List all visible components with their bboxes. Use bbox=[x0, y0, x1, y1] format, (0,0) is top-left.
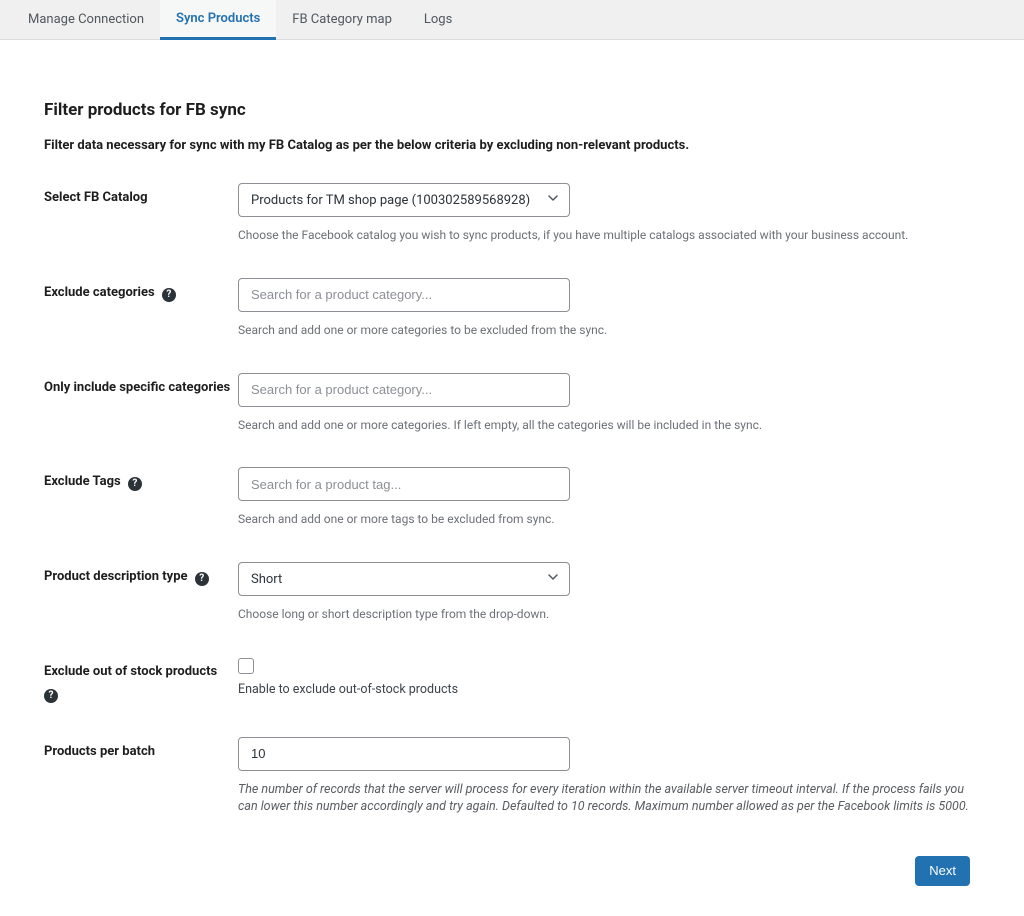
hint-select-catalog: Choose the Facebook catalog you wish to … bbox=[238, 227, 980, 244]
hint-description-type: Choose long or short description type fr… bbox=[238, 606, 980, 623]
row-products-per-batch: Products per batch The number of records… bbox=[44, 737, 980, 816]
label-select-catalog: Select FB Catalog bbox=[44, 183, 238, 207]
label-exclude-categories-text: Exclude categories bbox=[44, 285, 155, 300]
next-button[interactable]: Next bbox=[915, 856, 970, 886]
page-title: Filter products for FB sync bbox=[44, 100, 980, 120]
button-row: Next bbox=[44, 856, 980, 886]
input-products-per-batch[interactable] bbox=[238, 737, 570, 771]
col-exclude-categories: Search and add one or more categories to… bbox=[238, 278, 980, 339]
row-exclude-categories: Exclude categories ? Search and add one … bbox=[44, 278, 980, 339]
row-description-type: Product description type ? Short Choose … bbox=[44, 562, 980, 623]
tab-logs[interactable]: Logs bbox=[408, 0, 468, 40]
checkbox-label-exclude-oos: Enable to exclude out-of-stock products bbox=[238, 682, 980, 697]
col-description-type: Short Choose long or short description t… bbox=[238, 562, 980, 623]
hint-include-categories: Search and add one or more categories. I… bbox=[238, 417, 980, 434]
page-body: Filter products for FB sync Filter data … bbox=[0, 40, 1024, 916]
label-description-type-text: Product description type bbox=[44, 569, 188, 584]
help-icon[interactable]: ? bbox=[44, 689, 58, 703]
input-include-categories[interactable] bbox=[238, 373, 570, 407]
help-icon[interactable]: ? bbox=[128, 477, 142, 491]
help-icon[interactable]: ? bbox=[162, 288, 176, 302]
col-select-catalog: Products for TM shop page (1003025895689… bbox=[238, 183, 980, 244]
hint-exclude-categories: Search and add one or more categories to… bbox=[238, 322, 980, 339]
chevron-down-icon bbox=[547, 571, 559, 587]
checkbox-exclude-oos[interactable] bbox=[238, 658, 254, 674]
help-icon[interactable]: ? bbox=[195, 572, 209, 586]
label-include-categories: Only include specific categories bbox=[44, 373, 238, 397]
label-exclude-oos-text: Exclude out of stock products bbox=[44, 664, 217, 679]
label-exclude-categories: Exclude categories ? bbox=[44, 278, 238, 302]
col-exclude-tags: Search and add one or more tags to be ex… bbox=[238, 467, 980, 528]
col-exclude-oos: Enable to exclude out-of-stock products bbox=[238, 657, 980, 697]
chevron-down-icon bbox=[547, 192, 559, 208]
input-exclude-categories[interactable] bbox=[238, 278, 570, 312]
row-exclude-oos: Exclude out of stock products ? Enable t… bbox=[44, 657, 980, 703]
hint-products-per-batch: The number of records that the server wi… bbox=[238, 781, 980, 816]
row-include-categories: Only include specific categories Search … bbox=[44, 373, 980, 434]
hint-exclude-tags: Search and add one or more tags to be ex… bbox=[238, 511, 980, 528]
label-exclude-tags-text: Exclude Tags bbox=[44, 474, 121, 489]
select-description-type-value: Short bbox=[251, 572, 282, 587]
col-products-per-batch: The number of records that the server wi… bbox=[238, 737, 980, 816]
tab-manage-connection[interactable]: Manage Connection bbox=[12, 0, 160, 40]
select-fb-catalog-value: Products for TM shop page (1003025895689… bbox=[251, 193, 530, 208]
col-include-categories: Search and add one or more categories. I… bbox=[238, 373, 980, 434]
page-subtitle: Filter data necessary for sync with my F… bbox=[44, 138, 980, 153]
label-description-type: Product description type ? bbox=[44, 562, 238, 586]
select-fb-catalog[interactable]: Products for TM shop page (1003025895689… bbox=[238, 183, 570, 217]
label-exclude-oos: Exclude out of stock products ? bbox=[44, 657, 238, 703]
row-select-catalog: Select FB Catalog Products for TM shop p… bbox=[44, 183, 980, 244]
label-products-per-batch: Products per batch bbox=[44, 737, 238, 761]
label-exclude-tags: Exclude Tags ? bbox=[44, 467, 238, 491]
row-exclude-tags: Exclude Tags ? Search and add one or mor… bbox=[44, 467, 980, 528]
select-description-type[interactable]: Short bbox=[238, 562, 570, 596]
tab-sync-products[interactable]: Sync Products bbox=[160, 0, 276, 40]
tab-fb-category-map[interactable]: FB Category map bbox=[276, 0, 408, 40]
input-exclude-tags[interactable] bbox=[238, 467, 570, 501]
tabs-bar: Manage Connection Sync Products FB Categ… bbox=[0, 0, 1024, 40]
